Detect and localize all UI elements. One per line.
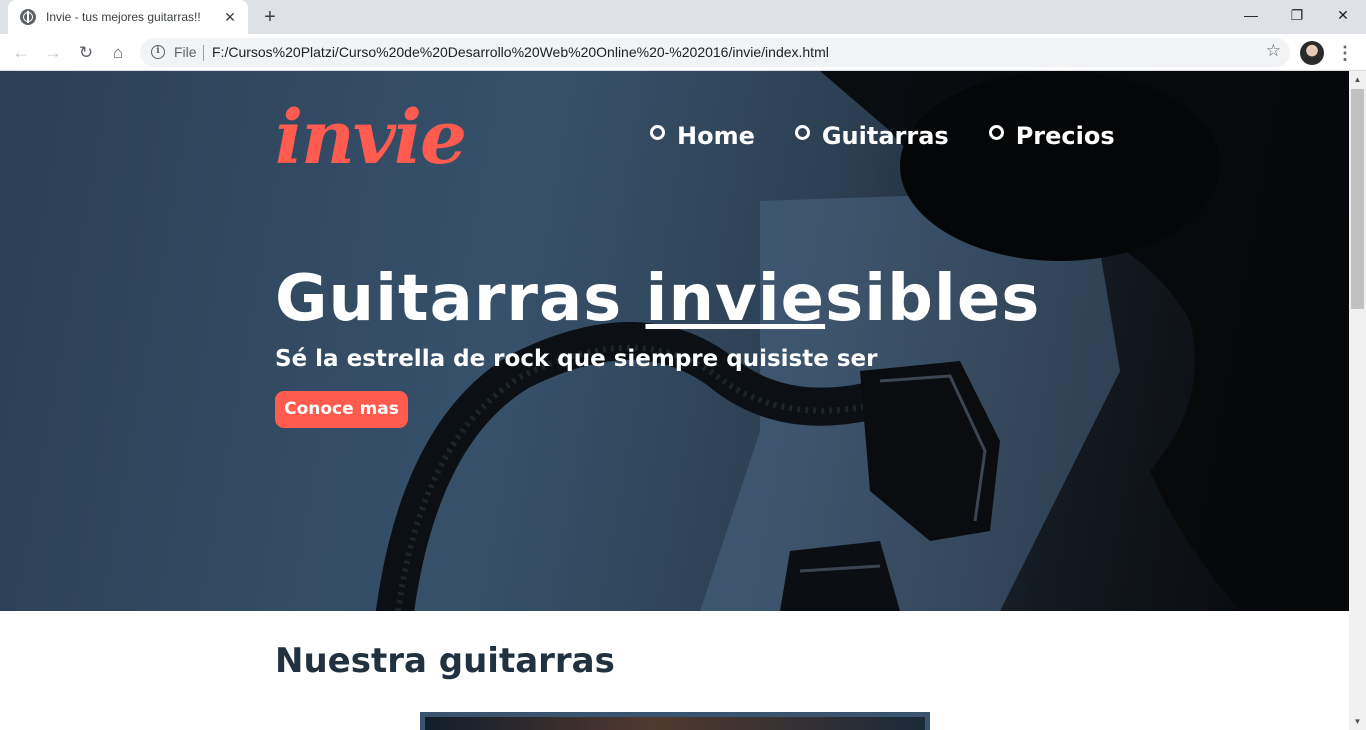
menu-item-label: Precios (1015, 122, 1115, 150)
main-menu: Home Guitarras Precios (650, 121, 1115, 151)
maximize-button[interactable]: ❐ (1274, 0, 1320, 30)
tab-close-icon[interactable]: ✕ (222, 9, 238, 25)
menu-item-label: Guitarras (821, 122, 949, 150)
menu-item-guitarras[interactable]: Guitarras (794, 121, 949, 151)
address-url[interactable]: F:/Cursos%20Platzi/Curso%20de%20Desarrol… (212, 44, 829, 60)
info-icon[interactable]: i (151, 45, 165, 59)
guitar-image (420, 712, 930, 730)
profile-avatar[interactable] (1300, 41, 1324, 65)
tab-strip: Invie - tus mejores guitarras!! ✕ + — ❐ … (0, 0, 1366, 34)
hero-background-image (376, 71, 1349, 611)
menu-item-label: Home (677, 122, 755, 150)
hero-title-part: Guitarras (275, 262, 646, 336)
address-bar[interactable]: i File F:/Cursos%20Platzi/Curso%20de%20D… (140, 38, 1290, 67)
circle-bullet-icon (794, 125, 810, 140)
hero-section: invie Home Guitarras Precios Guitarras i… (0, 71, 1349, 611)
address-separator (203, 45, 204, 61)
globe-icon (20, 9, 36, 25)
page-scrollbar[interactable]: ▲ ▼ (1349, 71, 1366, 730)
close-window-button[interactable]: ✕ (1320, 0, 1366, 30)
back-arrow-icon[interactable]: ← (9, 41, 33, 65)
scrollbar-thumb[interactable] (1351, 89, 1364, 309)
conoce-mas-button[interactable]: Conoce mas (275, 391, 408, 428)
browser-menu-icon[interactable]: ⋮ (1336, 41, 1354, 65)
hero-subtitle: Sé la estrella de rock que siempre quisi… (275, 346, 878, 372)
bookmark-star-icon[interactable]: ☆ (1266, 41, 1281, 61)
invie-logo[interactable]: invie (275, 93, 467, 183)
home-icon[interactable]: ⌂ (106, 41, 130, 65)
scroll-down-arrow-icon[interactable]: ▼ (1349, 713, 1366, 730)
address-scheme: File (174, 44, 197, 60)
reload-icon[interactable]: ↻ (74, 41, 98, 65)
circle-bullet-icon (650, 125, 665, 140)
menu-item-home[interactable]: Home (650, 121, 755, 151)
hero-title-underlined: invie (645, 262, 826, 336)
hero-title: Guitarras inviesibles (275, 261, 1040, 337)
hero-title-part: sibles (825, 262, 1041, 336)
forward-arrow-icon[interactable]: → (41, 41, 65, 65)
section-title: Nuestra guitarras (275, 641, 615, 681)
scroll-up-arrow-icon[interactable]: ▲ (1349, 71, 1366, 88)
circle-bullet-icon (988, 125, 1004, 140)
page-viewport: invie Home Guitarras Precios Guitarras i… (0, 71, 1349, 730)
new-tab-button[interactable]: + (258, 6, 282, 28)
browser-tab[interactable]: Invie - tus mejores guitarras!! ✕ (8, 0, 248, 34)
tab-title: Invie - tus mejores guitarras!! (46, 10, 201, 24)
menu-item-precios[interactable]: Precios (988, 121, 1115, 151)
minimize-button[interactable]: — (1228, 0, 1274, 30)
browser-toolbar: ← → ↻ ⌂ i File F:/Cursos%20Platzi/Curso%… (0, 34, 1366, 71)
